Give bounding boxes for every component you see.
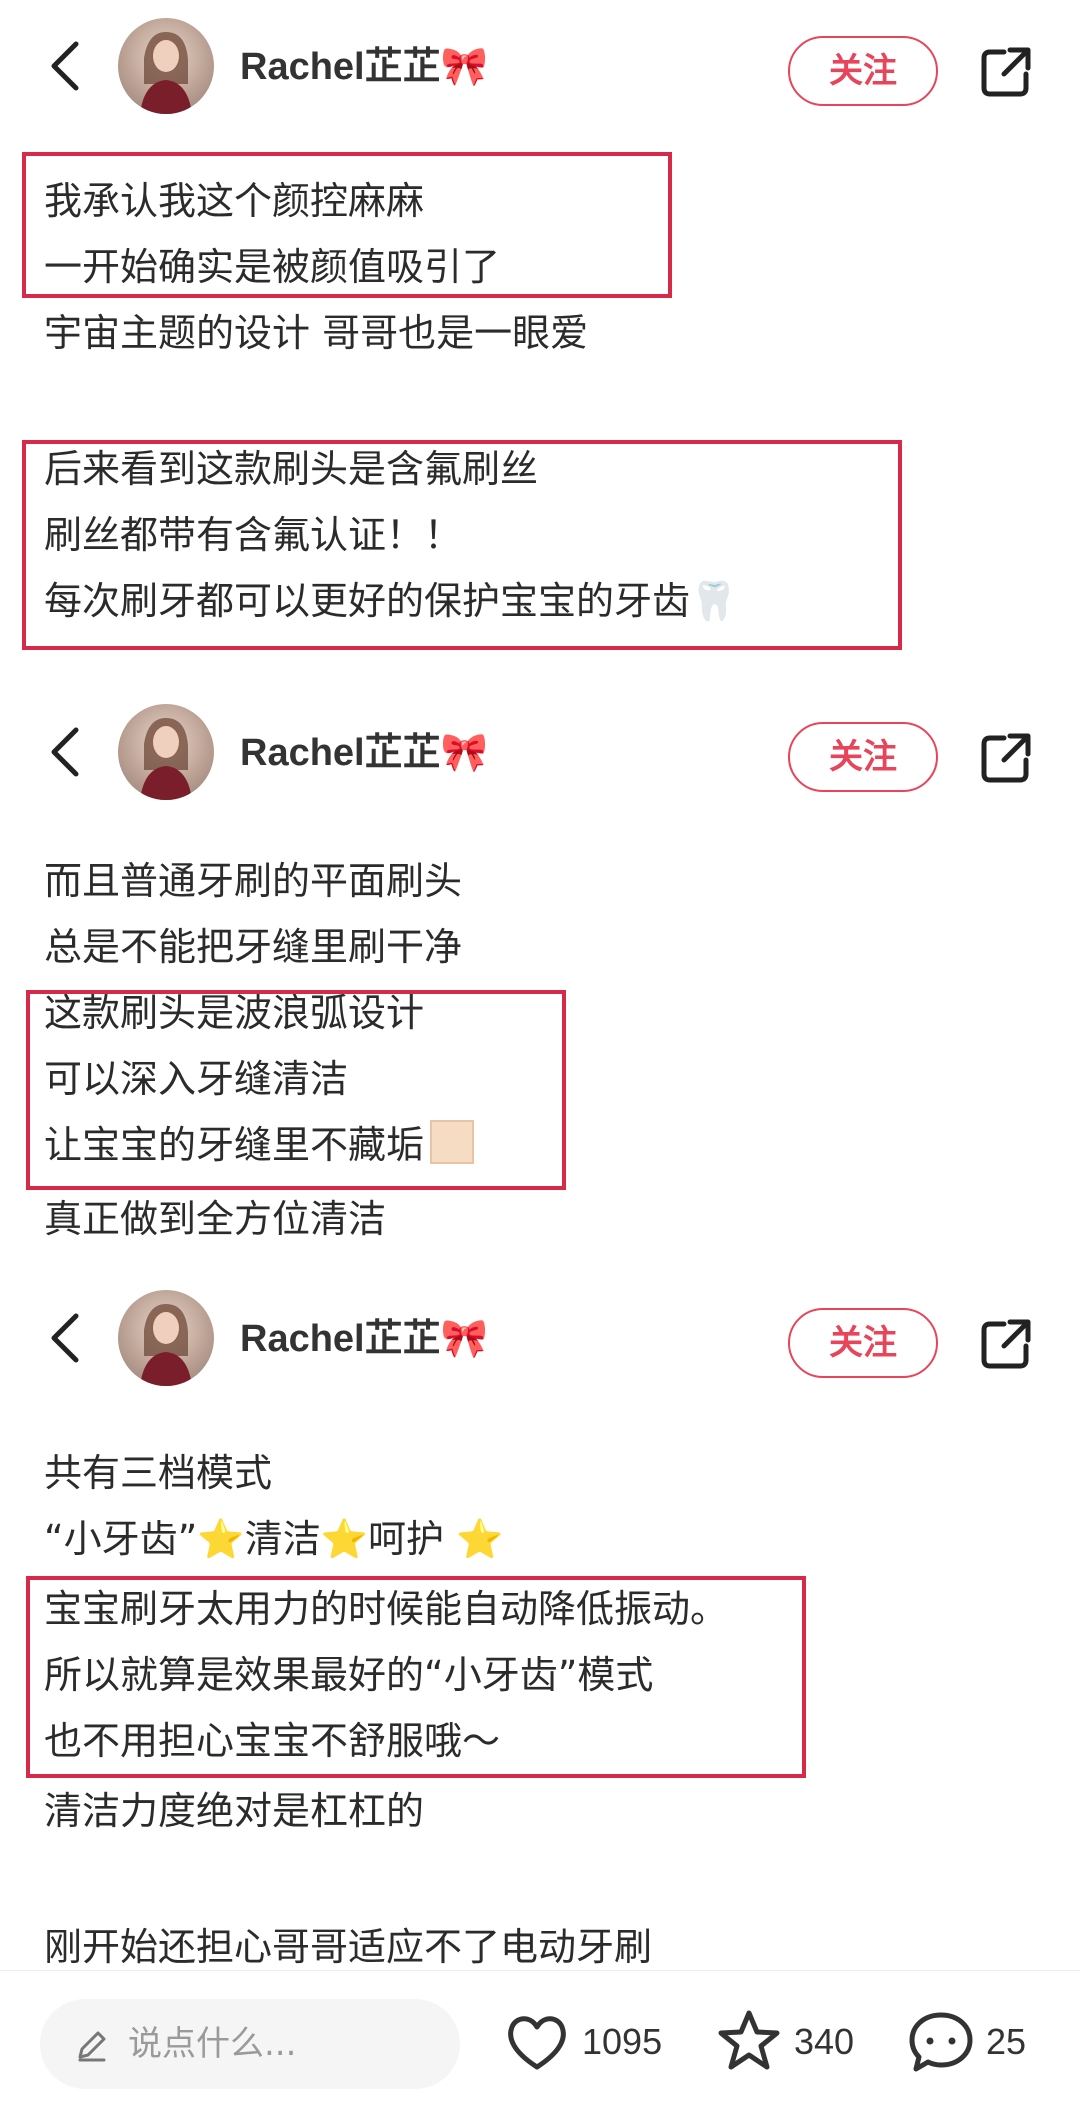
favorite-count: 340 bbox=[794, 2021, 855, 2062]
favorite-button[interactable]: 340 bbox=[714, 2007, 854, 2077]
highlight-box bbox=[26, 990, 566, 1190]
follow-button[interactable]: 关注 bbox=[788, 36, 938, 106]
share-icon[interactable] bbox=[978, 730, 1034, 786]
highlight-box bbox=[26, 1576, 806, 1778]
back-icon[interactable] bbox=[40, 726, 92, 778]
like-count: 1095 bbox=[582, 2021, 663, 2062]
like-button[interactable]: 1095 bbox=[502, 2007, 662, 2077]
text-line: “小牙齿”⭐清洁⭐呵护 ⭐ bbox=[44, 1517, 504, 1561]
post-header: Rachel芷芷🎀 关注 bbox=[0, 6, 1080, 126]
back-icon[interactable] bbox=[40, 1312, 92, 1364]
pen-icon bbox=[78, 2031, 106, 2062]
avatar[interactable] bbox=[118, 704, 214, 800]
text-line: 总是不能把牙缝里刷干净 bbox=[44, 925, 463, 969]
follow-button[interactable]: 关注 bbox=[788, 722, 938, 792]
back-icon[interactable] bbox=[40, 40, 92, 92]
comment-button[interactable]: 25 bbox=[906, 2007, 1026, 2077]
post-header: Rachel芷芷🎀 关注 bbox=[0, 1278, 1080, 1398]
text-line: 清洁力度绝对是杠杠的 bbox=[44, 1789, 425, 1833]
highlight-box bbox=[22, 152, 672, 298]
text-line: 共有三档模式 bbox=[44, 1451, 273, 1495]
username[interactable]: Rachel芷芷🎀 bbox=[240, 728, 488, 778]
username[interactable]: Rachel芷芷🎀 bbox=[240, 42, 488, 92]
avatar[interactable] bbox=[118, 18, 214, 114]
star-icon bbox=[718, 2010, 780, 2070]
highlight-box bbox=[22, 440, 902, 650]
comment-input[interactable]: 说点什么... bbox=[40, 1999, 460, 2089]
post-header: Rachel芷芷🎀 关注 bbox=[0, 692, 1080, 812]
text-line: 宇宙主题的设计 哥哥也是一眼爱 bbox=[44, 311, 589, 355]
username[interactable]: Rachel芷芷🎀 bbox=[240, 1314, 488, 1364]
heart-icon bbox=[508, 2016, 566, 2070]
comment-placeholder: 说点什么... bbox=[128, 2024, 297, 2064]
share-icon[interactable] bbox=[978, 44, 1034, 100]
share-icon[interactable] bbox=[978, 1316, 1034, 1372]
avatar[interactable] bbox=[118, 1290, 214, 1386]
text-line: 而且普通牙刷的平面刷头 bbox=[44, 859, 463, 903]
comment-count: 25 bbox=[986, 2021, 1027, 2062]
comment-bubble-icon bbox=[909, 2012, 973, 2072]
text-line: 真正做到全方位清洁 bbox=[44, 1197, 387, 1241]
follow-button[interactable]: 关注 bbox=[788, 1308, 938, 1378]
bottom-bar: 说点什么... 1095 340 25 bbox=[0, 1970, 1080, 2113]
